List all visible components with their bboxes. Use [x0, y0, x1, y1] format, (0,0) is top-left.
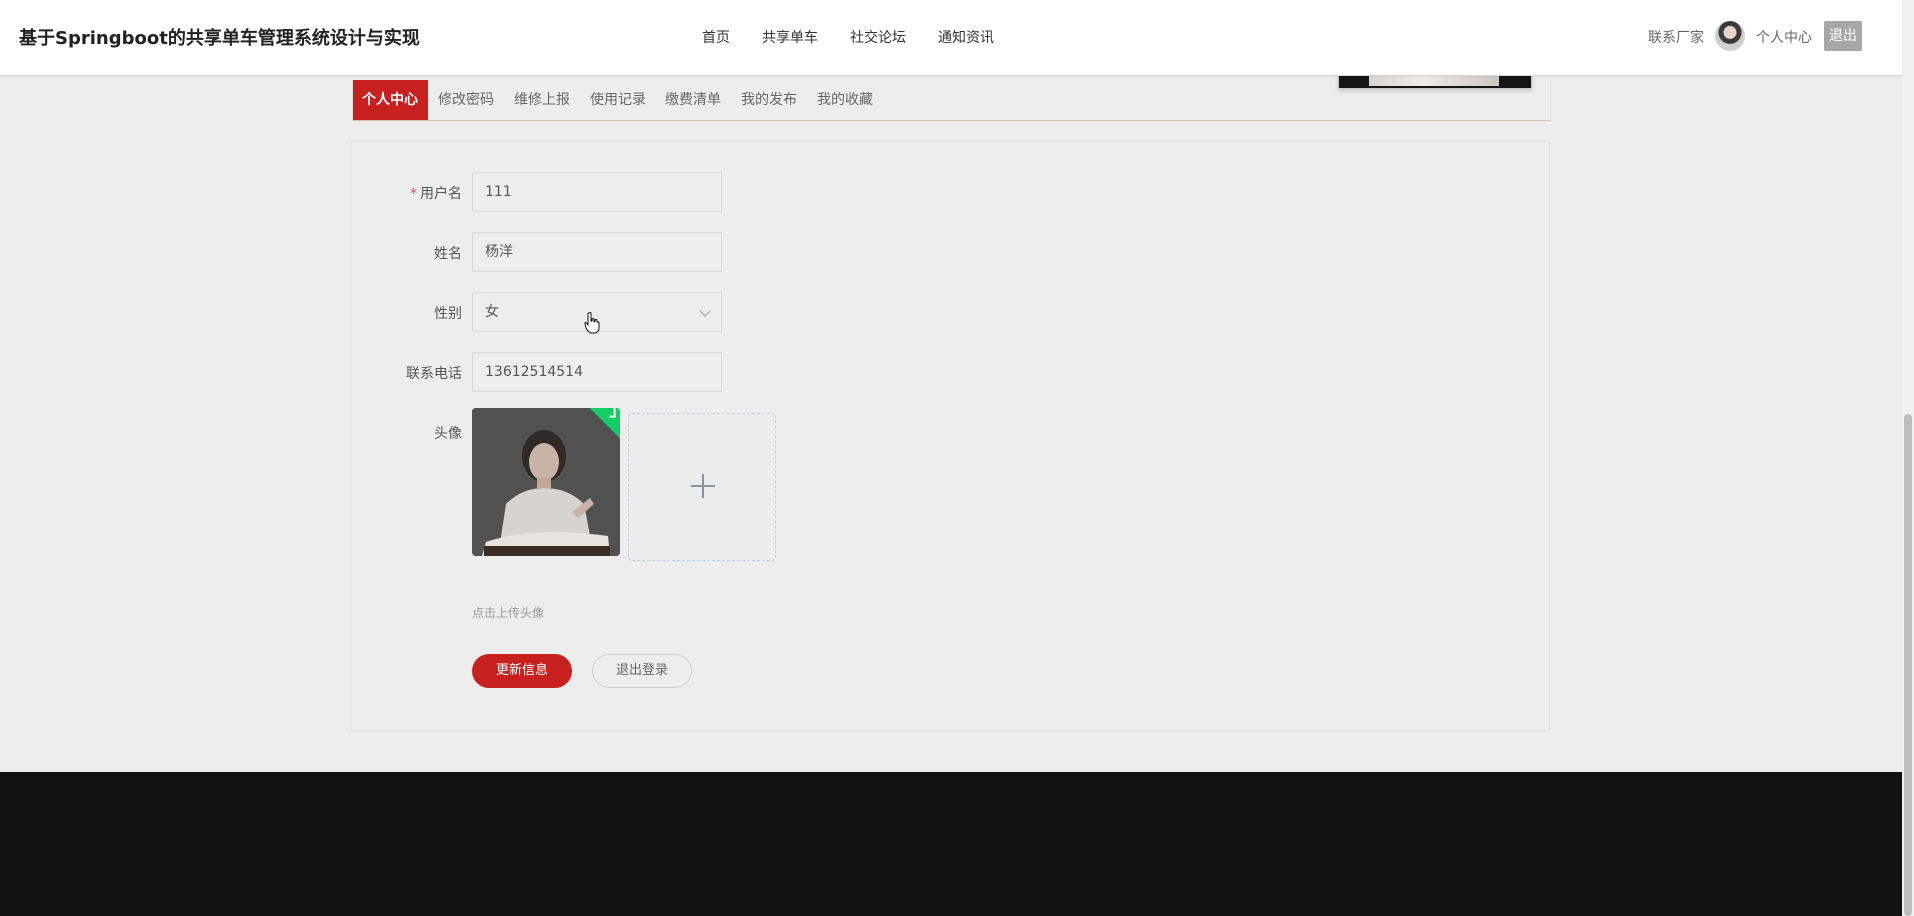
name-input[interactable]: 杨洋 — [472, 232, 722, 272]
avatar-photo — [472, 408, 620, 556]
header-logout-button[interactable]: 退出 — [1824, 21, 1862, 51]
upload-hint: 点击上传头像 — [472, 606, 545, 620]
tab-payment-list[interactable]: 缴费清单 — [665, 80, 721, 120]
avatar-label: 头像 — [434, 426, 462, 442]
tab-border-left — [352, 80, 353, 121]
contact-link[interactable]: 联系厂家 — [1648, 27, 1704, 47]
nav-home[interactable]: 首页 — [702, 27, 730, 47]
avatar-upload-button[interactable] — [628, 413, 776, 561]
tab-my-favorites[interactable]: 我的收藏 — [817, 80, 873, 120]
logout-button[interactable]: 退出登录 — [592, 654, 692, 688]
nav-shared-bikes[interactable]: 共享单车 — [762, 27, 818, 47]
chevron-down-icon — [699, 305, 711, 317]
avatar-preview[interactable] — [472, 408, 620, 556]
tab-usage-records[interactable]: 使用记录 — [590, 80, 646, 120]
personal-center-link[interactable]: 个人中心 — [1756, 27, 1812, 47]
phone-label: 联系电话 — [406, 366, 462, 382]
phone-input[interactable]: 13612514514 — [472, 352, 722, 392]
nav-news[interactable]: 通知资讯 — [938, 27, 994, 47]
plus-icon — [691, 474, 715, 498]
scrollbar-thumb[interactable] — [1904, 414, 1912, 916]
gender-label: 性别 — [434, 306, 462, 322]
required-asterisk: * — [410, 186, 417, 202]
username-label: * 用户名 — [410, 186, 462, 202]
tab-change-password[interactable]: 修改密码 — [438, 80, 494, 120]
user-avatar[interactable] — [1715, 21, 1745, 51]
top-header: 基于Springboot的共享单车管理系统设计与实现 首页 共享单车 社交论坛 … — [0, 0, 1902, 76]
page-footer — [0, 772, 1902, 916]
profile-tab-bar: 个人中心 修改密码 维修上报 使用记录 缴费清单 我的发布 我的收藏 — [352, 80, 1550, 121]
username-input[interactable]: 111 — [472, 172, 722, 212]
update-info-button[interactable]: 更新信息 — [472, 654, 572, 688]
nav-forum[interactable]: 社交论坛 — [850, 27, 906, 47]
tab-my-posts[interactable]: 我的发布 — [741, 80, 797, 120]
tab-personal-center[interactable]: 个人中心 — [352, 80, 428, 120]
check-icon — [609, 408, 616, 418]
name-label: 姓名 — [434, 246, 462, 262]
gender-select-value: 女 — [485, 304, 499, 320]
tab-repair-report[interactable]: 维修上报 — [514, 80, 570, 120]
hand-cursor-icon — [584, 312, 600, 334]
tab-border-right — [1550, 80, 1551, 121]
site-title: 基于Springboot的共享单车管理系统设计与实现 — [19, 28, 420, 49]
